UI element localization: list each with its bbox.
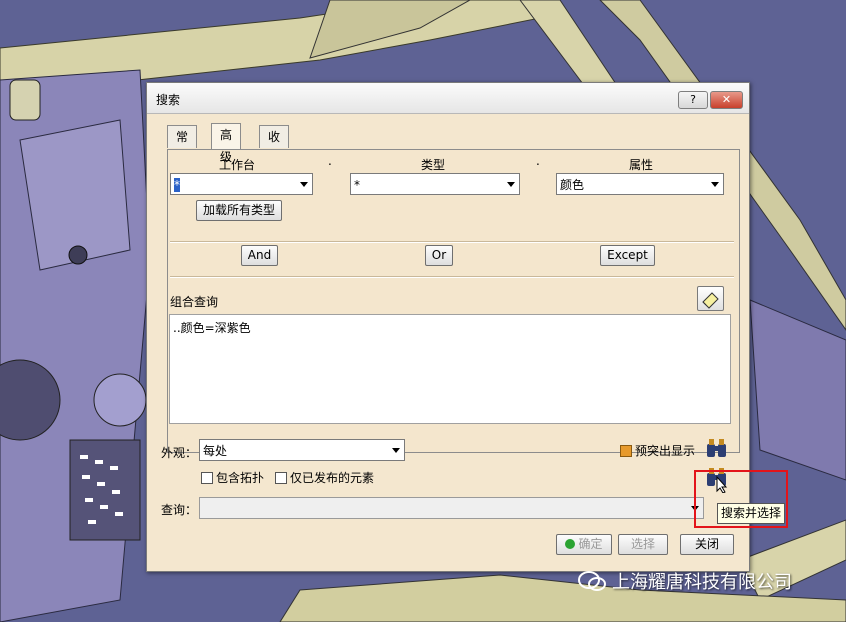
attribute-value: 颜色 xyxy=(560,178,585,192)
watermark-text: 上海耀唐科技有限公司 xyxy=(612,572,792,593)
and-button[interactable]: And xyxy=(241,245,278,266)
type-value: * xyxy=(354,178,360,192)
appearance-combo[interactable]: 每处 xyxy=(199,439,405,461)
workbench-combo[interactable]: * xyxy=(170,173,313,195)
include-topology-label: 包含拓扑 xyxy=(216,471,265,485)
except-button[interactable]: Except xyxy=(600,245,655,266)
include-topology-checkbox[interactable] xyxy=(201,472,213,484)
chevron-down-icon xyxy=(507,182,515,187)
close-window-button[interactable]: ✕ xyxy=(710,91,743,109)
chevron-down-icon xyxy=(392,448,400,453)
dialog-title: 搜索 xyxy=(156,93,181,107)
tab-favorites[interactable]: 收藏夹 xyxy=(259,125,290,188)
divider xyxy=(170,276,734,278)
chevron-down-icon xyxy=(711,182,719,187)
wechat-icon xyxy=(578,571,606,591)
combined-query-textarea[interactable]: ..颜色=深紫色 xyxy=(169,314,731,424)
close-button[interactable]: 关闭 xyxy=(680,534,734,555)
watermark: 上海耀唐科技有限公司 xyxy=(578,568,792,598)
divider xyxy=(170,241,734,243)
type-label: 类型 xyxy=(421,158,446,172)
workbench-value: * xyxy=(174,178,180,192)
query-label: 查询： xyxy=(161,503,198,517)
binoculars-icon xyxy=(707,439,726,457)
highlight-label: 预突出显示 xyxy=(635,444,696,458)
published-only-checkbox[interactable] xyxy=(275,472,287,484)
help-button[interactable]: ? xyxy=(678,91,708,109)
select-button[interactable]: 选择 xyxy=(618,534,668,555)
tab-advanced[interactable]: 高级 xyxy=(211,123,242,164)
load-all-types-button[interactable]: 加载所有类型 xyxy=(196,200,282,221)
dialog-titlebar[interactable]: 搜索 ? ✕ xyxy=(147,83,749,114)
appearance-label: 外观： xyxy=(161,446,198,460)
ok-icon xyxy=(565,539,576,549)
published-only-label: 仅已发布的元素 xyxy=(290,471,375,485)
annotation-highlight-box xyxy=(694,470,788,528)
ok-label: 确定 xyxy=(578,537,603,551)
clear-query-button[interactable] xyxy=(697,286,724,311)
search-dialog: 搜索 ? ✕ 常规 高级 收藏夹 工作台 . 类型 . 属性 * * 颜色 加载… xyxy=(146,82,750,572)
or-button[interactable]: Or xyxy=(425,245,453,266)
separator-dot: . xyxy=(328,154,332,168)
ok-button[interactable]: 确定 xyxy=(556,534,612,555)
eraser-icon xyxy=(702,292,719,309)
type-combo[interactable]: * xyxy=(350,173,520,195)
appearance-value: 每处 xyxy=(203,444,228,458)
attribute-label: 属性 xyxy=(629,158,654,172)
attribute-combo[interactable]: 颜色 xyxy=(556,173,724,195)
combined-query-label: 组合查询 xyxy=(170,295,219,309)
search-button[interactable] xyxy=(704,436,730,462)
chevron-down-icon xyxy=(300,182,308,187)
query-combo[interactable] xyxy=(199,497,704,519)
tab-general[interactable]: 常规 xyxy=(167,125,198,166)
highlight-checkbox[interactable] xyxy=(620,445,632,457)
separator-dot: . xyxy=(536,154,540,168)
advanced-panel: 工作台 . 类型 . 属性 * * 颜色 加载所有类型 And Or Excep… xyxy=(167,149,740,453)
